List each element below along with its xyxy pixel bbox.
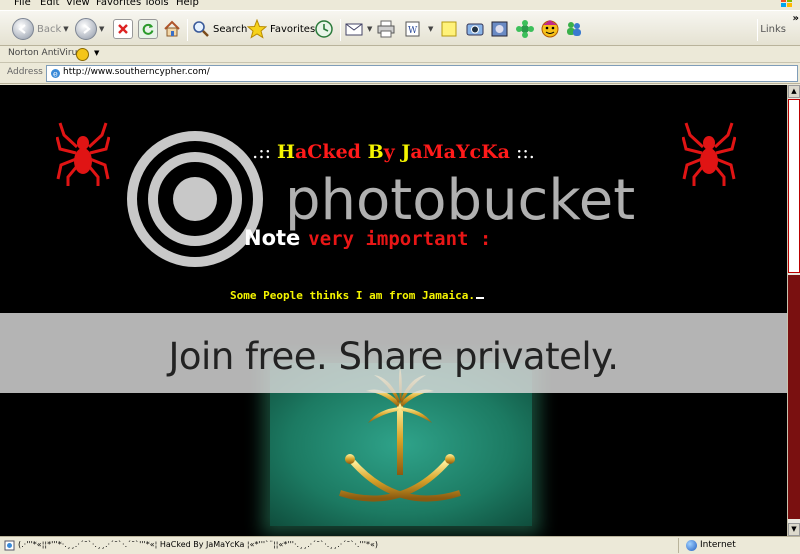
title-acked: aCked	[295, 141, 368, 163]
vertical-scrollbar[interactable]: ▲ ▼	[787, 85, 800, 536]
search-label: Search	[213, 23, 248, 35]
menu-file[interactable]: File	[14, 0, 31, 8]
back-button[interactable]: Back ▼	[12, 16, 69, 42]
print-button[interactable]	[376, 16, 396, 42]
page-content: photobucket .:: HaCked By JaMaYcKa ::. N…	[0, 85, 787, 536]
scroll-track[interactable]	[788, 275, 800, 519]
discuss-button[interactable]	[440, 16, 458, 42]
page-status-icon	[4, 540, 15, 551]
mail-button[interactable]: ▼	[345, 16, 372, 42]
address-input[interactable]: e http://www.southerncypher.com/	[46, 65, 798, 82]
people-icon	[567, 22, 581, 36]
back-label: Back	[37, 23, 62, 35]
norton-dropdown-icon[interactable]: ▼	[94, 49, 99, 57]
smiley-icon	[541, 20, 559, 38]
norton-shield-icon[interactable]	[76, 48, 89, 61]
back-arrow-icon	[12, 18, 34, 40]
links-label[interactable]: Links	[760, 24, 786, 35]
status-bar: (.·'''*«¦¦*'''*·.¸¸.·´¯`·.¸¸.·´¯`·.´¯`''…	[0, 536, 800, 554]
title-b: B	[367, 141, 384, 163]
menu-bar: File Edit View Favorites Tools Help	[0, 0, 800, 10]
norton-label: Norton AntiVirus	[8, 48, 82, 58]
address-url: http://www.southerncypher.com/	[63, 67, 210, 77]
scroll-down-arrow-icon[interactable]: ▼	[788, 523, 800, 536]
messenger-people-button[interactable]	[564, 16, 584, 42]
favorites-button[interactable]: Favorites	[247, 16, 315, 42]
search-button[interactable]: Search	[192, 16, 247, 42]
messenger-button[interactable]	[465, 16, 485, 42]
ie-page-icon: e	[51, 69, 60, 79]
title-prefix: .::	[252, 141, 278, 163]
svg-text:W: W	[408, 26, 418, 36]
toolbar-chevron-icon[interactable]: »	[793, 13, 799, 24]
windows-logo-icon	[781, 0, 792, 7]
smiley-button[interactable]	[540, 16, 560, 42]
stop-button[interactable]	[113, 16, 133, 42]
mail-dropdown-icon[interactable]: ▼	[367, 25, 372, 33]
status-text: (.·'''*«¦¦*'''*·.¸¸.·´¯`·.¸¸.·´¯`·.´¯`''…	[18, 540, 379, 549]
forward-button[interactable]: ▼	[75, 16, 104, 42]
address-bar: Address e http://www.southerncypher.com/	[0, 63, 800, 84]
scroll-thumb[interactable]	[788, 99, 800, 273]
search-icon	[193, 21, 209, 37]
norton-toolbar: Norton AntiVirus ▼	[0, 46, 800, 63]
history-button[interactable]	[314, 16, 334, 42]
menu-tools[interactable]: Tools	[144, 0, 169, 8]
back-dropdown-icon[interactable]: ▼	[63, 25, 68, 33]
note-word: Note	[244, 226, 301, 250]
title-amaycka: aMaYcKa	[410, 141, 510, 163]
home-button[interactable]	[162, 16, 182, 42]
camera-icon	[466, 23, 484, 36]
stop-icon	[113, 19, 133, 39]
refresh-icon	[138, 19, 158, 39]
scroll-up-arrow-icon[interactable]: ▲	[788, 85, 800, 98]
svg-text:photobucket: photobucket	[285, 168, 635, 233]
svg-text:e: e	[53, 70, 58, 79]
word-edit-icon: W	[405, 21, 420, 37]
standard-toolbar: Back ▼ ▼ Search Favorites ▼ W ▼ Links »	[0, 10, 800, 46]
internet-globe-icon	[686, 540, 697, 551]
edit-button[interactable]: W ▼	[404, 16, 433, 42]
menu-help[interactable]: Help	[176, 0, 199, 8]
jamaica-text: Some People thinks I am from Jamaica.	[230, 289, 476, 302]
title-j: J	[401, 141, 411, 163]
text-cursor	[476, 297, 485, 299]
edit-dropdown-icon[interactable]: ▼	[428, 25, 433, 33]
menu-view[interactable]: View	[66, 0, 90, 8]
forward-dropdown-icon[interactable]: ▼	[99, 25, 104, 33]
note-line: Note very important :	[244, 226, 491, 250]
menu-favorites[interactable]: Favorites	[96, 0, 141, 8]
title-suffix: ::.	[509, 141, 535, 163]
refresh-button[interactable]	[138, 16, 158, 42]
watermark-join-text: Join free. Share privately.	[168, 335, 619, 378]
title-h: H	[277, 141, 295, 163]
flower-button[interactable]	[515, 16, 535, 42]
history-icon	[315, 20, 333, 38]
media-button[interactable]	[490, 16, 510, 42]
security-zone-label: Internet	[700, 540, 736, 550]
print-icon	[377, 20, 395, 38]
menu-edit[interactable]: Edit	[40, 0, 59, 8]
flower-icon	[516, 20, 534, 38]
jamaica-line: Some People thinks I am from Jamaica.	[230, 289, 485, 302]
status-divider	[678, 538, 679, 553]
important-text: very important :	[308, 228, 492, 250]
home-icon	[162, 19, 182, 39]
title-y: y	[383, 141, 402, 163]
favorites-label: Favorites	[270, 23, 316, 35]
hacked-title: .:: HaCked By JaMaYcKa ::.	[0, 141, 787, 163]
forward-arrow-icon	[75, 18, 97, 40]
mail-icon	[345, 23, 363, 36]
favorites-star-icon	[247, 19, 267, 39]
note-icon	[441, 21, 457, 37]
media-icon	[491, 21, 508, 37]
address-label: Address	[7, 67, 43, 77]
